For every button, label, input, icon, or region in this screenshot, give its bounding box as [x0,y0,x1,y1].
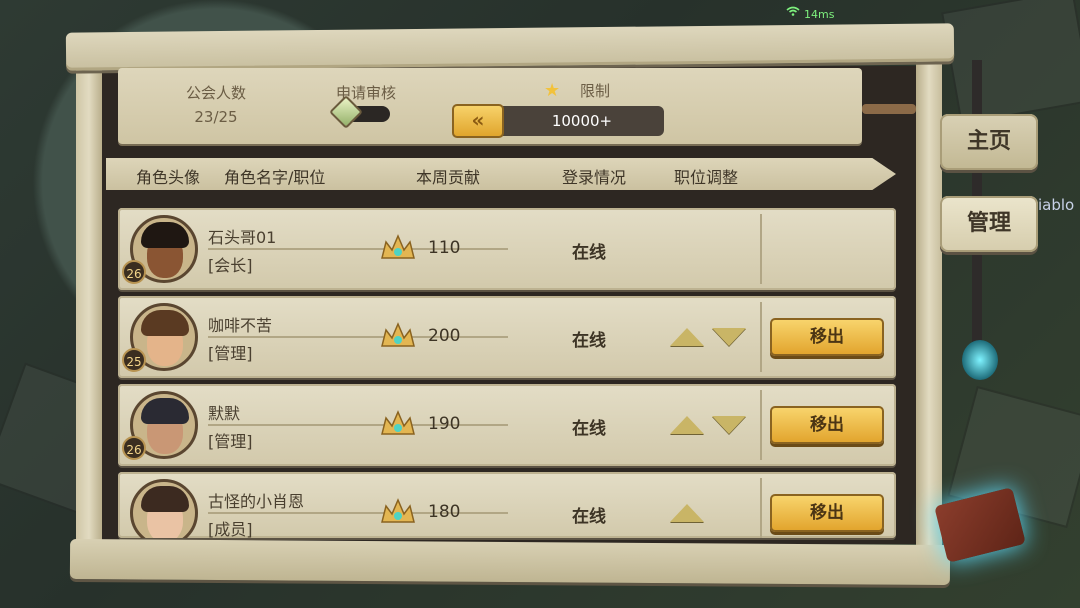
weekly-contribution: 110 [428,238,461,258]
member-role: [成员] [208,520,253,538]
weekly-contribution: 200 [428,326,461,346]
weekly-contribution: 180 [428,502,461,522]
divider [208,512,508,514]
level-badge: 26 [122,436,146,460]
member-role: [管理] [208,432,253,451]
member-name: 默默 [208,404,241,423]
star-icon: ★ [544,80,561,101]
level-badge: 26 [122,260,146,284]
member-name: 古怪的小肖恩 [208,492,305,511]
divider [208,248,508,250]
board-post-right [916,58,942,548]
guild-board: 公会人数 23/25 申请审核 ★ 限制 « 10000+ 角色头像 角色名字/… [65,23,955,586]
col-avatar: 角色头像 [136,168,201,187]
login-status: 在线 [572,331,606,351]
board-plank-bottom [69,538,951,586]
member-row: 古怪的小肖恩 [成员] 180 在线 移出 [118,472,896,538]
player-name-fragment: iablo [1038,196,1075,214]
member-role: [管理] [208,344,253,363]
divider [208,424,508,426]
column-divider [760,390,762,460]
wifi-icon [786,6,800,16]
column-divider [760,214,762,284]
crown-gem-icon [381,234,415,259]
tab-home[interactable]: 主页 [940,114,1038,170]
board-post-left [76,58,102,548]
bg-tile [941,0,1080,125]
crown-gem-icon [381,410,415,435]
avatar[interactable] [130,479,198,538]
login-status: 在线 [572,419,606,439]
column-divider [760,478,762,538]
down-triangle-icon[interactable] [712,328,746,346]
remove-button[interactable]: 移出 [770,406,884,444]
level-badge: 25 [122,348,146,372]
crown-gem-icon [381,498,415,523]
column-divider [760,302,762,372]
rope-decoration [862,104,916,114]
col-name-role: 角色名字/职位 [224,168,326,187]
col-weekly: 本周贡献 [416,168,481,187]
divider [208,336,508,338]
down-triangle-icon[interactable] [712,416,746,434]
col-adjust: 职位调整 [674,168,739,187]
up-triangle-icon[interactable] [670,328,704,346]
board-plank-top [65,23,955,71]
remove-button[interactable]: 移出 [770,318,884,356]
weekly-contribution: 190 [428,414,461,434]
tab-manage[interactable]: 管理 [940,196,1038,252]
member-row: 25 咖啡不苦 [管理] 200 在线 移出 [118,296,896,378]
col-login: 登录情况 [562,168,627,187]
up-triangle-icon[interactable] [670,416,704,434]
limit-label: 限制 [579,82,610,100]
member-row: 26 石头哥01 [会长] 110 在线 [118,208,896,290]
member-role: [会长] [208,256,253,275]
login-status: 在线 [572,243,606,263]
login-status: 在线 [572,507,606,527]
members-label: 公会人数 [185,84,246,102]
member-name: 咖啡不苦 [208,316,273,335]
member-row: 26 默默 [管理] 190 在线 移出 [118,384,896,466]
remove-button[interactable]: 移出 [770,494,884,532]
review-label: 申请审核 [335,84,396,102]
ping-readout: 14ms [804,8,835,21]
double-chevron-left-icon[interactable]: « [452,104,504,138]
up-triangle-icon[interactable] [670,504,704,522]
member-name: 石头哥01 [208,228,277,247]
column-header: 角色头像 角色名字/职位 本周贡献 登录情况 职位调整 [106,158,896,190]
members-count: 23/25 [194,108,238,126]
crystal-lamp [962,340,998,380]
limit-value: 10000+ [551,112,613,130]
crown-gem-icon [381,322,415,347]
